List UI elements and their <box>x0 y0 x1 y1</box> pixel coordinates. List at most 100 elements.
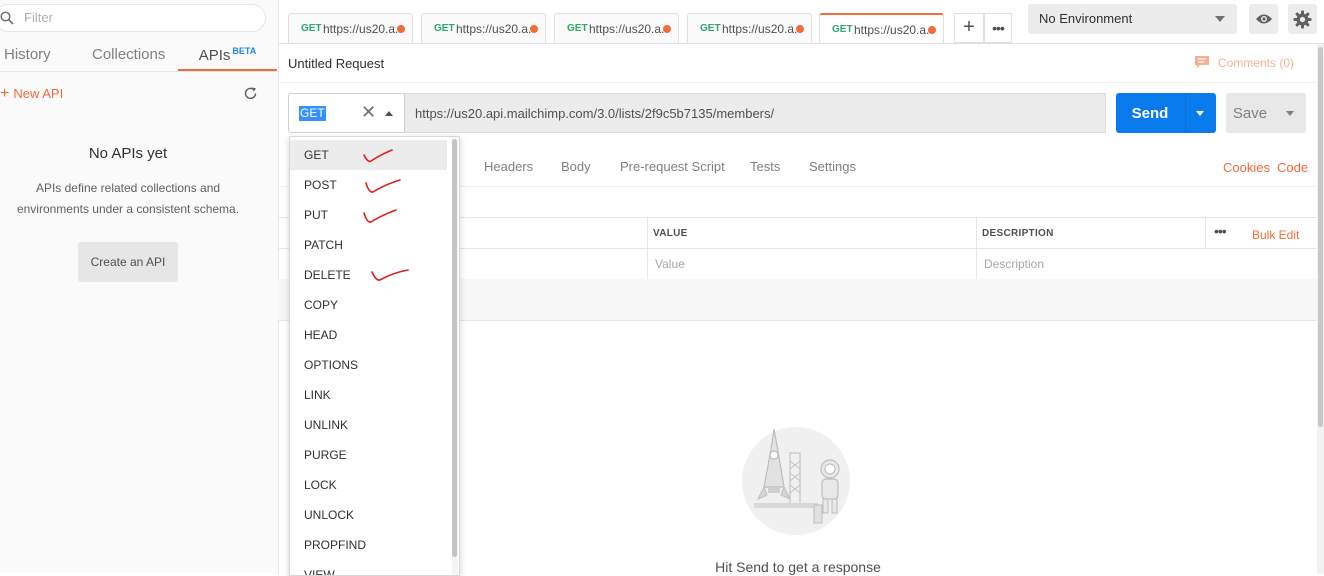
unsaved-dot-icon <box>663 25 671 33</box>
tab-url: https://us20.a... <box>323 22 399 36</box>
search-icon <box>0 11 14 25</box>
unsaved-dot-icon <box>796 25 804 33</box>
method-option-unlink[interactable]: UNLINK <box>290 410 447 440</box>
save-label: Save <box>1232 105 1268 122</box>
tab-url: https://us20.a... <box>456 22 532 36</box>
request-tab[interactable]: GET https://us20.a... <box>288 13 413 43</box>
rocket-astronaut-illustration <box>742 427 850 535</box>
method-option-options[interactable]: OPTIONS <box>290 350 447 380</box>
tab-method: GET <box>832 24 853 35</box>
unsaved-dot-icon <box>397 25 405 33</box>
request-tab-active[interactable]: GET https://us20.a... <box>819 13 944 43</box>
cookies-link[interactable]: Cookies <box>1223 160 1270 175</box>
red-checkmark-icon <box>365 179 401 193</box>
new-api-button[interactable]: + New API <box>0 85 63 103</box>
request-tab[interactable]: GET https://us20.a... <box>421 13 546 43</box>
method-option-head[interactable]: HEAD <box>290 320 447 350</box>
filter-input[interactable]: Filter <box>24 10 53 25</box>
divider <box>278 43 1324 44</box>
code-link[interactable]: Code <box>1277 160 1308 175</box>
url-input[interactable]: https://us20.api.mailchimp.com/3.0/lists… <box>405 93 1106 133</box>
red-checkmark-icon <box>371 269 409 281</box>
tab-tests[interactable]: Tests <box>750 159 780 174</box>
empty-state-title: No APIs yet <box>88 145 168 162</box>
plus-icon: + <box>0 85 10 102</box>
method-option-lock[interactable]: LOCK <box>290 470 447 500</box>
environment-quick-look-button[interactable] <box>1249 4 1278 34</box>
option-label: UNLINK <box>304 418 349 432</box>
save-button[interactable]: Save <box>1226 93 1306 133</box>
method-option-unlock[interactable]: UNLOCK <box>290 500 447 530</box>
option-label: OPTIONS <box>304 358 359 372</box>
method-option-delete[interactable]: DELETE <box>290 260 447 290</box>
send-button[interactable]: Send <box>1116 93 1216 133</box>
tab-options-button[interactable]: ••• <box>984 13 1012 43</box>
eye-icon <box>1256 14 1272 24</box>
column-header-description: DESCRIPTION <box>982 228 1054 239</box>
method-option-patch[interactable]: PATCH <box>290 230 447 260</box>
tab-headers[interactable]: Headers <box>484 159 533 174</box>
column-header-value: VALUE <box>653 228 688 239</box>
tab-method: GET <box>567 23 588 34</box>
method-select[interactable]: GET ✕ <box>288 93 405 133</box>
table-options-button[interactable]: ••• <box>1214 223 1227 239</box>
column-divider <box>1205 217 1206 248</box>
option-label: PUT <box>304 208 328 222</box>
empty-desc-line: environments under a consistent schema. <box>16 202 240 216</box>
chevron-down-icon[interactable] <box>1196 111 1204 116</box>
response-hint: Hit Send to get a response <box>715 559 881 575</box>
method-option-copy[interactable]: COPY <box>290 290 447 320</box>
tab-url: https://us20.a... <box>589 22 665 36</box>
divider <box>0 71 278 72</box>
column-divider <box>976 217 977 279</box>
request-tab[interactable]: GET https://us20.a... <box>554 13 679 43</box>
method-option-purge[interactable]: PURGE <box>290 440 447 470</box>
chevron-up-icon[interactable] <box>385 111 393 116</box>
option-label: PATCH <box>304 238 343 252</box>
option-label: VIEW <box>304 568 335 576</box>
tab-url: https://us20.a... <box>722 22 798 36</box>
description-input[interactable]: Description <box>984 257 1044 271</box>
send-label: Send <box>1131 105 1169 122</box>
close-icon[interactable]: ✕ <box>361 102 376 123</box>
settings-button[interactable] <box>1288 4 1317 34</box>
dropdown-scrollbar-thumb[interactable] <box>452 139 457 557</box>
url-value: https://us20.api.mailchimp.com/3.0/lists… <box>415 106 775 121</box>
request-title[interactable]: Untitled Request <box>288 56 384 71</box>
create-api-button[interactable]: Create an API <box>78 242 178 282</box>
method-option-link[interactable]: LINK <box>290 380 447 410</box>
option-label: PROPFIND <box>304 538 367 552</box>
option-label: UNLOCK <box>304 508 355 522</box>
environment-select[interactable]: No Environment <box>1028 4 1237 34</box>
empty-desc-line: APIs define related collections and <box>35 181 221 195</box>
option-label: DELETE <box>304 268 351 282</box>
method-option-propfind[interactable]: PROPFIND <box>290 530 447 560</box>
new-tab-button[interactable]: + <box>954 13 984 43</box>
comments-button[interactable]: Comments (0) <box>1218 56 1294 70</box>
request-tab[interactable]: GET https://us20.a... <box>687 13 812 43</box>
unsaved-dot-icon <box>928 26 936 34</box>
chevron-down-icon[interactable] <box>1286 111 1294 116</box>
unsaved-dot-icon <box>530 25 538 33</box>
tab-pre-request-script[interactable]: Pre-request Script <box>620 159 725 174</box>
refresh-icon[interactable] <box>243 86 258 101</box>
gear-icon <box>1293 10 1312 29</box>
tab-history[interactable]: History <box>4 46 51 63</box>
tab-collections[interactable]: Collections <box>92 46 165 63</box>
scrollbar-thumb[interactable] <box>1318 47 1323 427</box>
tab-settings[interactable]: Settings <box>809 159 856 174</box>
option-label: PURGE <box>304 448 347 462</box>
tab-body[interactable]: Body <box>561 159 591 174</box>
value-input[interactable]: Value <box>655 257 685 271</box>
red-checkmark-icon <box>363 149 393 163</box>
sidebar: Filter History Collections APIs BETA + New… <box>0 0 279 574</box>
option-label: HEAD <box>304 328 338 342</box>
empty-state-description: APIs define related collections and envi… <box>0 178 256 220</box>
comment-icon <box>1195 56 1209 68</box>
column-divider <box>647 217 648 279</box>
bulk-edit-link[interactable]: Bulk Edit <box>1252 228 1299 242</box>
method-value[interactable]: GET <box>299 106 326 121</box>
tab-apis-label: APIs <box>198 47 231 64</box>
tab-method: GET <box>434 23 455 34</box>
chevron-down-icon <box>1215 16 1225 22</box>
